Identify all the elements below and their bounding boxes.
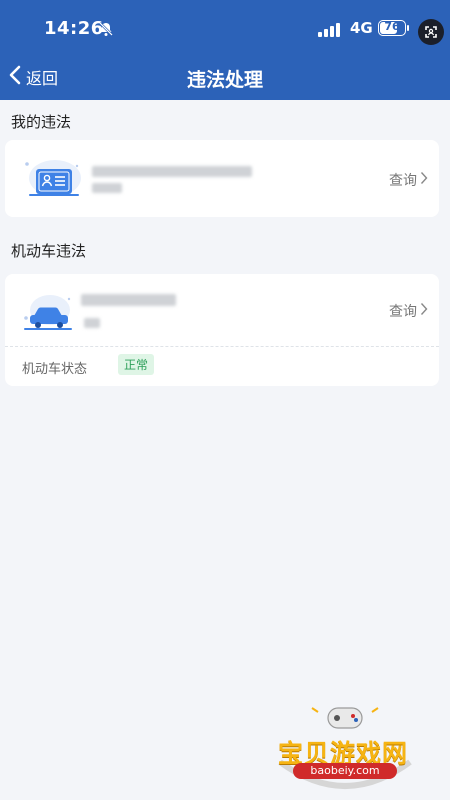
battery-icon: 76 xyxy=(378,20,406,36)
status-time: 14:26 xyxy=(44,18,104,39)
my-violations-card[interactable]: 查询 xyxy=(5,140,439,217)
query-label: 查询 xyxy=(389,173,417,189)
status-bar: 14:26 4G 76 xyxy=(0,14,450,45)
card-divider xyxy=(5,346,439,347)
vehicle-status-label: 机动车状态 xyxy=(22,362,88,377)
chevron-right-icon xyxy=(420,171,428,189)
page-title: 违法处理 xyxy=(186,69,263,91)
vehicle-violations-card[interactable]: 查询 机动车状态 正常 xyxy=(5,274,439,386)
signal-icon xyxy=(318,22,342,41)
chevron-right-icon xyxy=(420,302,428,320)
mute-bell-icon xyxy=(98,21,114,41)
battery-level: 76 xyxy=(384,20,400,33)
watermark-url: baobeiy.com xyxy=(293,763,397,779)
vehicle-status-badge: 正常 xyxy=(118,354,155,375)
vehicle-violations-title: 机动车违法 xyxy=(11,242,87,260)
driver-license-icon xyxy=(19,156,85,204)
query-label: 查询 xyxy=(389,304,417,320)
blurred-plate-detail xyxy=(84,318,100,328)
my-violations-query-button[interactable]: 查询 xyxy=(389,170,431,190)
nav-bar: 返回 违法处理 xyxy=(0,58,450,96)
blurred-license-number xyxy=(92,166,252,177)
blurred-license-detail xyxy=(92,183,122,193)
car-icon xyxy=(20,290,76,338)
network-type: 4G xyxy=(350,19,373,37)
my-violations-title: 我的违法 xyxy=(11,113,72,131)
screen-scan-icon[interactable] xyxy=(418,19,444,45)
watermark-logo: 宝贝游戏网 baobeiy.com xyxy=(270,700,420,790)
blurred-plate-number xyxy=(81,294,176,306)
vehicle-violations-query-button[interactable]: 查询 xyxy=(389,301,431,321)
app-header: 14:26 4G 76 返回 违法处理 xyxy=(0,0,450,100)
